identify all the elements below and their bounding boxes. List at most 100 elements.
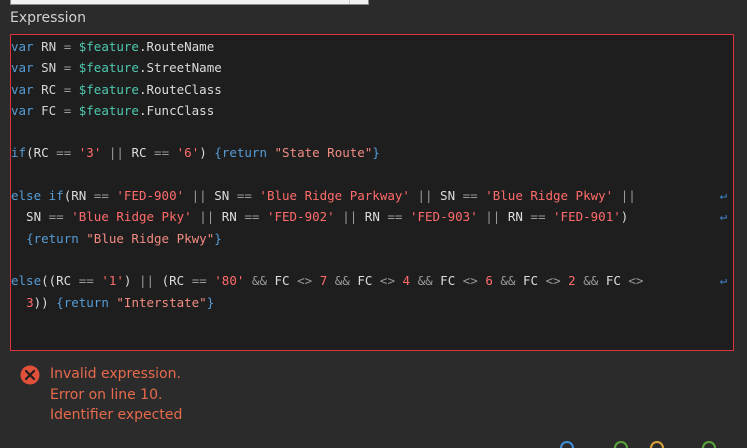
code-token: )) (33, 294, 57, 310)
expression-dialog: Expression var RN = $feature.RouteName va… (0, 0, 747, 448)
word-wrap-icon: ↵ (719, 209, 727, 224)
code-token: 'FED-901' (553, 209, 621, 225)
code-line[interactable]: var RN = $feature.RouteName (11, 36, 733, 57)
code-line[interactable]: {return "Blue Ridge Pkwy"} (11, 228, 733, 249)
error-line: Invalid expression. (50, 366, 181, 382)
code-token: 4 (402, 273, 411, 289)
code-line[interactable]: else((RC == '1') || (RC == '80' && FC <>… (11, 270, 733, 291)
code-line[interactable]: var SN = $feature.StreetName (11, 57, 733, 78)
code-token: 'Blue Ridge Pky' (71, 209, 192, 225)
code-token: } (372, 145, 380, 161)
code-token: || (620, 188, 636, 204)
code-line[interactable]: SN == 'Blue Ridge Pky' || RN == 'FED-902… (11, 206, 733, 227)
help-icon[interactable] (560, 441, 574, 448)
code-token: 'Blue Ridge Pkwy' (485, 188, 614, 204)
code-token: RC (33, 81, 64, 97)
code-line[interactable]: else if(RN == 'FED-900' || SN == 'Blue R… (11, 185, 733, 206)
code-token: <> (379, 273, 395, 289)
code-token: '1' (101, 273, 124, 289)
code-line[interactable]: var RC = $feature.RouteClass (11, 79, 733, 100)
code-token: == (387, 209, 403, 225)
top-input-field[interactable] (10, 0, 369, 5)
code-token: 6 (485, 273, 493, 289)
code-token: ((RC (41, 273, 79, 289)
code-token: && (500, 273, 516, 289)
code-token: return (33, 230, 79, 246)
code-token: <> (628, 273, 644, 289)
code-token: FC (432, 273, 463, 289)
code-token: == (530, 209, 546, 225)
code-token: SN (432, 188, 463, 204)
code-token: RN (214, 209, 245, 225)
folder-icon[interactable] (650, 441, 664, 448)
code-line[interactable] (11, 249, 733, 270)
code-token: .StreetName (138, 60, 222, 76)
code-token: RN (357, 209, 388, 225)
check-icon[interactable] (702, 441, 716, 448)
code-token: "State Route" (274, 145, 373, 161)
error-line: Error on line 10. (50, 386, 163, 403)
code-token: RN (33, 39, 64, 54)
code-line[interactable]: 3)) {return "Interstate"} (11, 292, 733, 313)
code-line[interactable]: if(RC == '3' || RC == '6') {return "Stat… (11, 142, 733, 163)
code-line[interactable] (11, 121, 733, 142)
code-token: if (11, 145, 27, 161)
code-line[interactable]: var FC = $feature.FuncClass (11, 100, 733, 121)
bottom-toolbar (560, 441, 747, 448)
code-token: "Blue Ridge Pkwy" (86, 230, 215, 246)
code-token: { (26, 230, 34, 246)
code-token: $feature (78, 102, 139, 118)
word-wrap-icon: ↵ (719, 273, 727, 288)
code-token: && (251, 273, 267, 289)
word-wrap-icon: ↵ (719, 188, 727, 203)
code-token: .RouteName (138, 39, 215, 54)
code-token: == (93, 188, 109, 204)
code-token: $feature (78, 81, 139, 97)
code-token: .RouteClass (138, 81, 222, 97)
code-editor[interactable]: var RN = $feature.RouteName var SN = $fea… (10, 34, 734, 351)
code-token: == (244, 209, 260, 225)
code-token: SN (206, 188, 237, 204)
code-token: .FuncClass (138, 102, 215, 118)
code-line[interactable] (11, 164, 733, 185)
code-token: == (191, 273, 207, 289)
code-token: 'Blue Ridge Parkway' (259, 188, 410, 204)
field-separator (349, 0, 350, 4)
code-lines[interactable]: var RN = $feature.RouteName var SN = $fea… (11, 36, 733, 313)
code-token: == (154, 145, 170, 161)
code-token: SN (33, 60, 64, 76)
code-token: (RN (63, 188, 94, 204)
code-token: ) (199, 145, 215, 161)
code-token: FC (598, 273, 629, 289)
code-token: SN (11, 209, 49, 225)
arrow-icon[interactable] (614, 441, 628, 448)
code-token: 'FED-900' (116, 188, 185, 204)
code-token: <> (462, 273, 478, 289)
code-token: ) (123, 273, 139, 289)
code-token: == (78, 273, 94, 289)
code-token: || (108, 145, 124, 161)
code-token: $feature (78, 39, 139, 54)
code-token: '6' (176, 145, 200, 161)
code-token: var (11, 39, 34, 54)
code-token: <> (297, 273, 313, 289)
code-token: && (583, 273, 599, 289)
code-token: RN (500, 209, 531, 225)
code-token: == (56, 145, 72, 161)
expression-label: Expression (10, 10, 86, 26)
code-token: || (199, 209, 215, 225)
code-token: 3 (26, 294, 34, 310)
code-token: return (221, 145, 267, 161)
